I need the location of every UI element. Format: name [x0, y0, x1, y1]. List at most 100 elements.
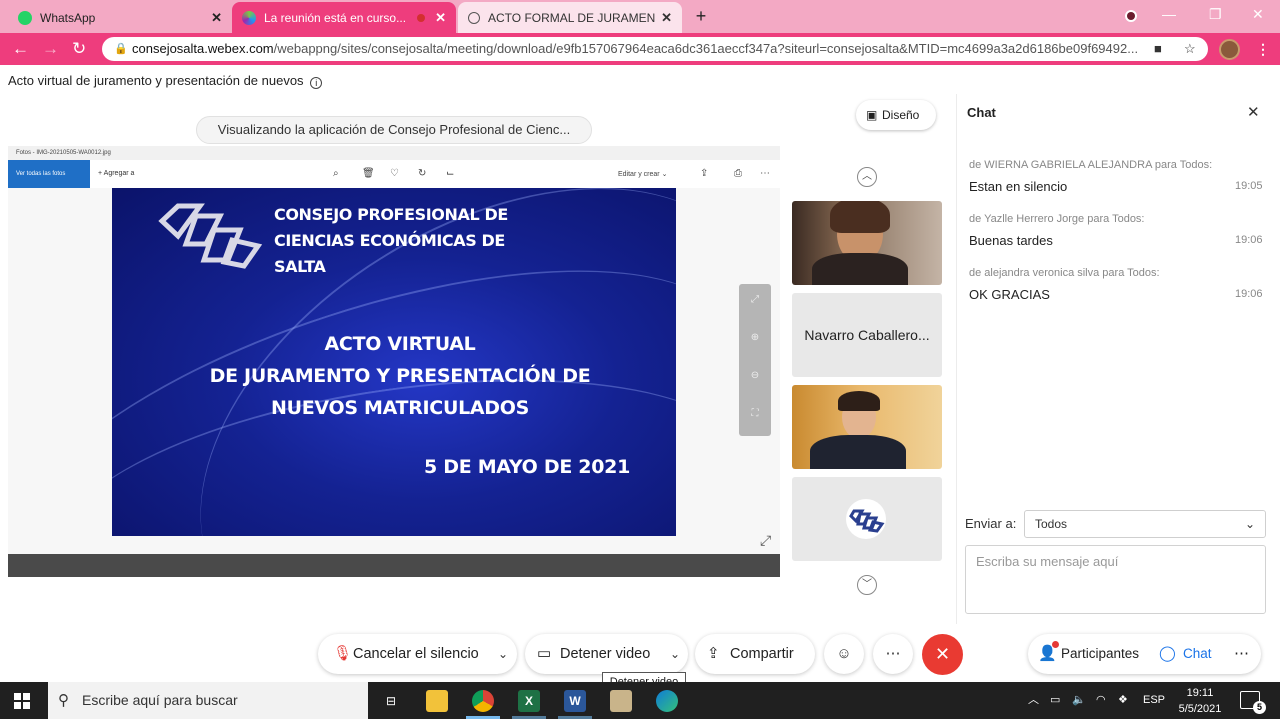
participants-icon[interactable]: 👤	[1038, 634, 1057, 674]
taskbar-search-placeholder: Escribe aquí para buscar	[82, 692, 238, 708]
participant-video[interactable]	[792, 385, 942, 469]
battery-icon[interactable]: ▭	[1050, 682, 1060, 719]
add-to-label: Agregar a	[103, 170, 135, 177]
layout-button-label: Diseño	[882, 108, 920, 122]
org-name: CONSEJO PROFESIONAL DE CIENCIAS ECONÓMIC…	[274, 202, 508, 280]
close-tab-icon[interactable]: ✕	[435, 10, 446, 26]
back-icon[interactable]: ←	[12, 39, 29, 59]
chrome-icon[interactable]	[472, 690, 494, 712]
stop-video-button[interactable]: ▭ Detener video ⌄	[525, 634, 688, 674]
tab-acto-formal[interactable]: ACTO FORMAL DE JURAMENTO ✕	[458, 2, 682, 33]
url-domain: consejosalta.webex.com	[132, 41, 274, 56]
cpce-logo	[158, 203, 263, 269]
profile-icon[interactable]	[1121, 6, 1141, 26]
language-indicator[interactable]: ESP	[1143, 682, 1165, 719]
browser-toolbar: ← → ↻ 🔒 consejosalta.webex.com/webappng/…	[0, 33, 1280, 65]
notepad-icon[interactable]	[610, 690, 632, 712]
share-icon: ⇪	[707, 645, 720, 662]
restore-icon[interactable]: ❐	[1209, 6, 1222, 23]
photos-toolbar: Ver todas las fotos + Agregar a ⌕ 🗑 ♡ ↻ …	[8, 160, 780, 188]
chat-message-time: 19:06	[1235, 234, 1263, 246]
participants-button[interactable]: Participantes	[1061, 634, 1139, 674]
share-icon: ⇪	[700, 168, 709, 179]
print-icon: ⎙	[734, 168, 742, 179]
chat-message-sender: de alejandra veronica silva para Todos:	[969, 267, 1160, 279]
word-icon[interactable]: W	[564, 690, 586, 712]
view-all-photos-button: Ver todas las fotos	[8, 160, 90, 188]
more-icon[interactable]: ⋯	[1234, 634, 1249, 674]
edge-icon[interactable]	[656, 690, 678, 712]
sharing-label: Visualizando la aplicación de Consejo Pr…	[196, 116, 592, 144]
excel-icon[interactable]: X	[518, 690, 540, 712]
browser-menu-icon[interactable]: ⋮	[1256, 41, 1270, 58]
more-options-button[interactable]: ⋯	[873, 634, 913, 674]
chevron-down-icon[interactable]: ⌄	[498, 634, 508, 674]
search-icon: ⚲	[58, 692, 69, 709]
participant-tile-logo[interactable]	[792, 477, 942, 561]
tab-meeting[interactable]: La reunión está en curso... ✕	[232, 2, 456, 33]
notifications-icon[interactable]: 5	[1240, 691, 1266, 714]
bookmark-star-icon[interactable]: ☆	[1184, 37, 1196, 61]
chat-message-input[interactable]: Escriba su mensaje aquí	[965, 545, 1266, 614]
expand-icon[interactable]: ⤢	[760, 532, 771, 549]
close-tab-icon[interactable]: ✕	[661, 10, 672, 26]
tab-whatsapp[interactable]: WhatsApp ✕	[8, 2, 232, 33]
chat-button[interactable]: Chat	[1183, 634, 1212, 674]
tab-title: La reunión está en curso...	[264, 10, 407, 25]
file-explorer-icon[interactable]	[426, 690, 448, 712]
add-to-button: + Agregar a	[98, 170, 135, 177]
meeting-title: Acto virtual de juramento y presentación…	[8, 73, 323, 89]
share-label: Compartir	[730, 646, 794, 662]
user-avatar[interactable]	[1219, 39, 1240, 60]
chat-message-sender: de Yazlle Herrero Jorge para Todos:	[969, 213, 1145, 225]
chat-panel: Chat ✕ de WIERNA GABRIELA ALEJANDRA para…	[956, 94, 1274, 624]
chat-message-text: Buenas tardes	[969, 233, 1053, 248]
camera-icon[interactable]: ■	[1154, 37, 1162, 61]
windows-start-icon[interactable]	[14, 693, 30, 709]
event-line-3: NUEVOS MATRICULADOS	[270, 397, 530, 419]
chat-message-text: Estan en silencio	[969, 179, 1068, 194]
send-to-select[interactable]: Todos ⌄	[1024, 510, 1266, 538]
new-tab-button[interactable]: +	[690, 6, 712, 28]
close-tab-icon[interactable]: ✕	[211, 10, 222, 26]
participant-body	[812, 253, 908, 285]
participant-tile-name[interactable]: Navarro Caballero...	[792, 293, 942, 377]
address-bar[interactable]: 🔒 consejosalta.webex.com/webappng/sites/…	[102, 37, 1208, 61]
dropbox-icon[interactable]: ❖	[1118, 682, 1128, 719]
unmute-button[interactable]: 🎙 Cancelar el silencio ⌄	[318, 634, 517, 674]
layout-button[interactable]: ▣ Diseño	[856, 100, 936, 130]
scroll-up-icon[interactable]: ︿	[857, 167, 877, 187]
forward-icon[interactable]: →	[42, 39, 59, 59]
lock-icon: 🔒	[114, 43, 128, 55]
notification-dot	[1052, 641, 1059, 648]
minimize-icon[interactable]: —	[1162, 6, 1176, 22]
edit-create-menu: Editar y crear ⌄	[618, 171, 668, 178]
event-date: 5 DE MAYO DE 2021	[424, 456, 630, 478]
event-line-2: DE JURAMENTO Y PRESENTACIÓN DE	[209, 365, 591, 387]
chat-message-text: OK GRACIAS	[969, 287, 1050, 302]
fit-icon: ⛶	[751, 408, 759, 419]
end-meeting-button[interactable]: ✕	[922, 634, 963, 675]
task-view-icon[interactable]: ⊟	[380, 690, 402, 712]
unmute-label: Cancelar el silencio	[353, 646, 479, 662]
participant-video[interactable]	[792, 201, 942, 285]
share-button[interactable]: ⇪ Compartir	[695, 634, 815, 674]
info-icon[interactable]: i	[310, 77, 323, 89]
scroll-down-icon[interactable]: ﹀	[857, 575, 877, 595]
slide-image: CONSEJO PROFESIONAL DE CIENCIAS ECONÓMIC…	[112, 188, 676, 536]
system-clock[interactable]: 19:11 5/5/2021	[1172, 685, 1228, 717]
reactions-button[interactable]: ☺	[824, 634, 864, 674]
chevron-up-icon[interactable]: ︿	[1028, 682, 1039, 719]
close-icon[interactable]: ✕	[1247, 103, 1260, 121]
crop-icon: ⌙	[446, 168, 455, 179]
chat-message-time: 19:06	[1235, 288, 1263, 300]
chevron-down-icon[interactable]: ⌄	[670, 634, 680, 674]
more-icon: ⋯	[885, 645, 901, 662]
close-window-icon[interactable]: ✕	[1252, 6, 1264, 23]
reload-icon[interactable]: ↻	[72, 39, 86, 59]
volume-icon[interactable]: 🔈	[1072, 682, 1086, 719]
meeting-panels-bar: 👤 Participantes ◯ Chat ⋯	[1028, 634, 1261, 674]
chat-icon[interactable]: ◯	[1159, 634, 1176, 674]
taskbar-search[interactable]: ⚲ Escribe aquí para buscar	[48, 682, 368, 719]
wifi-icon[interactable]: ◠	[1096, 682, 1106, 719]
